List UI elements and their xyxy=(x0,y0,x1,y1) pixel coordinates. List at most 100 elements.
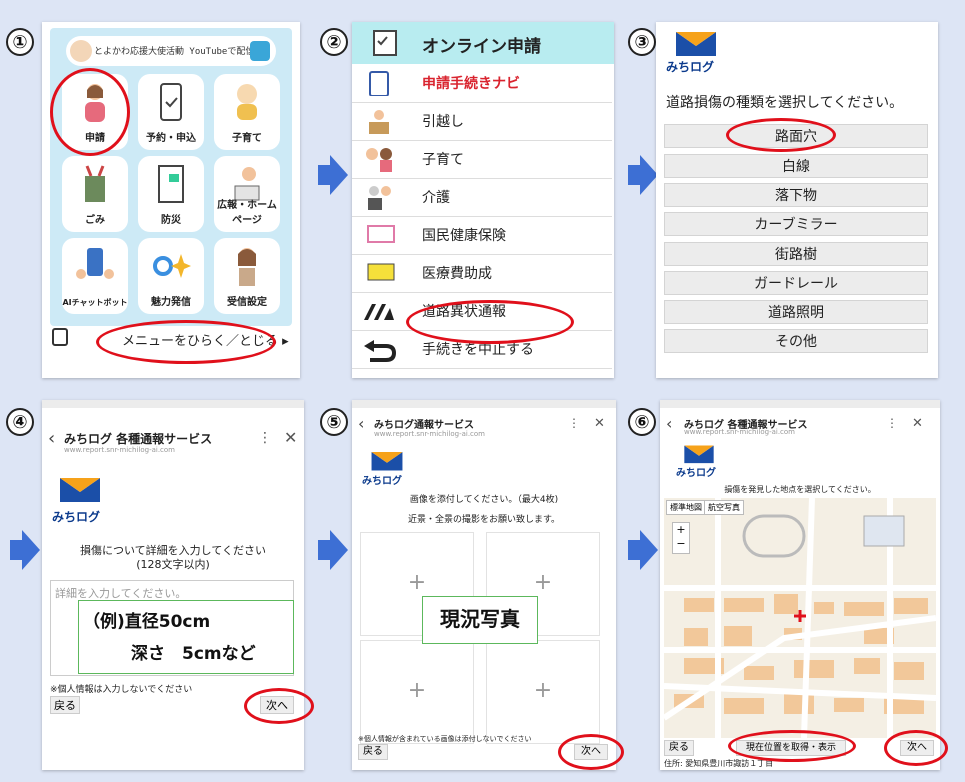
tile-label: ごみ xyxy=(85,215,105,226)
tile-label: 広報・ホームページ xyxy=(217,200,277,226)
header-bar: オンライン申請 xyxy=(352,22,614,64)
tile-notification-settings[interactable]: 受信設定 xyxy=(214,238,280,314)
textarea-placeholder: 詳細を入力してください。 xyxy=(55,587,187,600)
panel-location: ‹ みちログ 各種通報サービス www.report.snr-michilog-… xyxy=(660,400,940,770)
right-arrow-icon xyxy=(10,530,40,570)
option-guardrail[interactable]: ガードレール xyxy=(664,271,928,295)
sparkle-icon xyxy=(153,254,191,278)
right-arrow-icon xyxy=(628,530,658,570)
highlight-next xyxy=(244,688,314,724)
more-menu-icon[interactable]: ⋮ xyxy=(258,430,272,446)
menu-item-care[interactable]: 介護 xyxy=(352,178,612,217)
youtube-banner[interactable]: とよかわ応援大使活動 YouTubeで配信中 xyxy=(66,36,276,66)
prompt-text: 道路損傷の種類を選択してください。 xyxy=(666,95,904,111)
tile-public-relations[interactable]: 広報・ホームページ xyxy=(214,156,280,232)
logo-text: みちログ xyxy=(666,60,715,74)
tile-label: 受信設定 xyxy=(227,297,267,308)
option-road-light[interactable]: 道路照明 xyxy=(664,300,928,324)
keypad-icon[interactable] xyxy=(52,328,68,346)
option-other[interactable]: その他 xyxy=(664,329,928,353)
michilog-logo-icon xyxy=(60,478,100,502)
logo-text: みちログ xyxy=(52,510,101,524)
add-photo-slot-3[interactable]: + xyxy=(360,640,474,744)
zoom-control[interactable]: + − xyxy=(672,522,690,554)
emergency-door-icon xyxy=(158,165,184,203)
page-url: www.report.snr-michilog-ai.com xyxy=(64,446,176,454)
tile-reservation[interactable]: 予約・申込 xyxy=(138,74,204,150)
close-icon[interactable]: ✕ xyxy=(284,428,297,447)
option-curve-mirror[interactable]: カーブミラー xyxy=(664,212,928,236)
tile-label: 予約・申込 xyxy=(146,133,196,144)
back-chevron-icon[interactable]: ‹ xyxy=(666,414,672,433)
tile-ai-chatbot[interactable]: AIチャットボット xyxy=(62,238,128,314)
add-photo-slot-4[interactable]: + xyxy=(486,640,600,744)
menu-item-navi[interactable]: 申請手続きナビ xyxy=(352,64,612,103)
road-logo-icon xyxy=(364,304,394,320)
example-line-1: （例)直径50cm xyxy=(83,612,211,632)
menu-item-label: 医療費助成 xyxy=(422,266,492,282)
example-line-2: 深さ 5cmなど xyxy=(131,644,256,664)
photo-label-box: 現況写真 xyxy=(422,596,538,644)
menu-item-label: 子育て xyxy=(422,152,464,168)
more-menu-icon[interactable]: ⋮ xyxy=(568,416,580,430)
step-6-number: ⑥ xyxy=(628,408,656,436)
header-title: オンライン申請 xyxy=(422,37,541,57)
checklist-icon xyxy=(373,30,397,56)
map-view[interactable]: 標準地図 航空写真 + − xyxy=(664,498,936,738)
menu-item-label: 申請手続きナビ xyxy=(422,76,520,92)
baby-icon xyxy=(237,84,257,120)
menu-item-moving[interactable]: 引越し xyxy=(352,102,612,141)
menu-item-childcare[interactable]: 子育て xyxy=(352,140,612,179)
menu-item-health-insurance[interactable]: 国民健康保険 xyxy=(352,216,612,255)
tab-aerial-photo[interactable]: 航空写真 xyxy=(704,500,744,515)
highlight-road-report xyxy=(406,300,574,344)
menu-item-label: 引越し xyxy=(422,114,464,130)
woman-phone-icon xyxy=(238,248,256,286)
highlight-next xyxy=(558,734,624,770)
highlight-get-location xyxy=(728,730,856,762)
menu-item-medical-subsidy[interactable]: 医療費助成 xyxy=(352,254,612,293)
privacy-note: ※個人情報が含まれている画像は添付しないでください xyxy=(358,735,532,743)
moving-box-icon xyxy=(369,110,389,134)
option-white-line[interactable]: 白線 xyxy=(664,154,928,178)
trash-can-icon xyxy=(85,165,105,202)
more-menu-icon[interactable]: ⋮ xyxy=(886,416,898,430)
close-icon[interactable]: ✕ xyxy=(912,416,923,431)
chatbot-icon xyxy=(76,248,114,279)
page-url: www.report.snr-michilog-ai.com xyxy=(684,428,796,436)
option-fallen-object[interactable]: 落下物 xyxy=(664,183,928,207)
option-roadside-tree[interactable]: 街路樹 xyxy=(664,242,928,266)
status-bar xyxy=(660,400,940,408)
mascot-icon xyxy=(70,40,92,62)
instruction-text: 損傷を発見した地点を選択してください。 xyxy=(724,485,876,494)
tab-standard-map[interactable]: 標準地図 xyxy=(666,500,706,515)
back-chevron-icon[interactable]: ‹ xyxy=(48,428,55,449)
limit-text: (128文字以内) xyxy=(136,558,210,571)
tile-label: 魅力発信 xyxy=(151,297,191,308)
tile-label: 子育て xyxy=(232,133,262,144)
tile-disaster[interactable]: 防災 xyxy=(138,156,204,232)
menu-item-label: 介護 xyxy=(422,190,450,206)
banner-text: とよかわ応援大使活動 YouTubeで配信中 xyxy=(94,47,264,57)
back-button[interactable]: 戻る xyxy=(664,740,694,756)
right-arrow-icon xyxy=(318,530,348,570)
instruction-1: 画像を添付してください。（最大4枚) xyxy=(409,495,559,505)
back-chevron-icon[interactable]: ‹ xyxy=(358,414,364,433)
step-1-number: ① xyxy=(6,28,34,56)
back-button[interactable]: 戻る xyxy=(358,744,388,760)
u-turn-icon xyxy=(364,340,396,362)
tile-garbage[interactable]: ごみ xyxy=(62,156,128,232)
card-pink-icon xyxy=(367,225,395,243)
highlight-menu-toggle xyxy=(96,320,276,364)
tile-childcare[interactable]: 子育て xyxy=(214,74,280,150)
character-icon xyxy=(250,41,270,61)
page-url: www.report.snr-michilog-ai.com xyxy=(374,430,486,438)
close-icon[interactable]: ✕ xyxy=(594,416,605,431)
caregiver-icon xyxy=(368,186,391,210)
highlight-application xyxy=(50,68,130,156)
page-title: みちログ 各種通報サービス xyxy=(64,432,213,446)
highlight-next xyxy=(884,730,948,766)
privacy-note: ※個人情報は入力しないでください xyxy=(50,685,193,695)
back-button[interactable]: 戻る xyxy=(50,696,80,714)
tile-attraction[interactable]: 魅力発信 xyxy=(138,238,204,314)
